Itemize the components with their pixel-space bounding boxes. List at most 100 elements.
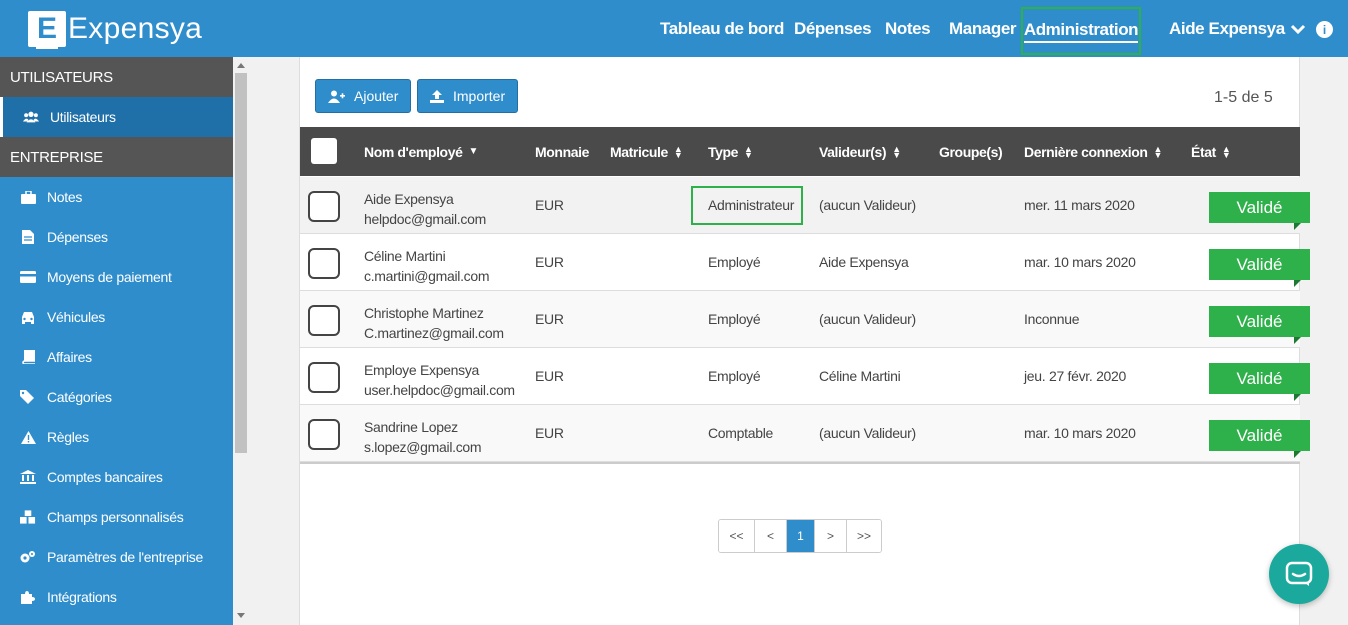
column-header-type[interactable]: Type ▲ ▼ [708,127,753,176]
sidebar-item-custom-fields[interactable]: Champs personnalisés [0,497,233,537]
select-all-checkbox[interactable] [311,138,337,164]
last-login-cell: mar. 10 mars 2020 [1024,425,1136,441]
sidebar-item-label: Paramètres de l'entreprise [47,549,203,565]
nav-notes[interactable]: Notes [885,0,931,57]
employee-cell[interactable]: Sandrine Lopez s.lopez@gmail.com [364,417,482,457]
type-cell: Comptable [708,425,774,441]
chat-icon [1285,561,1313,586]
column-header-currency: Monnaie [535,143,589,160]
nav-administration-label: Administration [1023,20,1139,43]
column-header-matricule[interactable]: Matricule ▲ ▼ [610,127,683,176]
employee-cell[interactable]: Aide Expensya helpdoc@gmail.com [364,189,486,229]
upload-icon [430,89,444,103]
currency-cell: EUR [535,254,564,270]
sidebar: UTILISATEURS Utilisateurs ENTREPRISE Not… [0,57,233,625]
table-row[interactable]: Sandrine Lopez s.lopez@gmail.com EUR Comp… [300,405,1310,462]
row-checkbox[interactable] [308,305,340,336]
currency-cell: EUR [535,197,564,213]
book-icon [20,350,36,364]
column-header-name[interactable]: Nom d'employé ▼ [364,127,478,176]
sidebar-item-label: Véhicules [47,309,106,325]
table-row[interactable]: Aide Expensya helpdoc@gmail.com EUR Admin… [300,177,1310,234]
warning-icon [20,430,36,444]
pagination-first[interactable]: << [719,520,755,552]
add-user-label: Ajouter [354,88,399,104]
sort-icon: ▲ ▼ [744,143,753,160]
employee-cell[interactable]: Employe Expensya user.helpdoc@gmail.com [364,360,515,400]
sidebar-item-label: Intégrations [47,589,117,605]
nav-expenses[interactable]: Dépenses [794,0,872,57]
sidebar-item-bank-accounts[interactable]: Comptes bancaires [0,457,233,497]
last-login-cell: mer. 11 mars 2020 [1024,197,1135,213]
employee-name: Sandrine Lopez [364,419,458,435]
currency-cell: EUR [535,311,564,327]
sort-icon: ▲ ▼ [1221,143,1231,160]
sidebar-item-affairs[interactable]: Affaires [0,337,233,377]
sidebar-item-label: Dépenses [47,229,108,245]
tags-icon [20,390,36,404]
sidebar-item-integrations[interactable]: Intégrations [0,577,233,617]
bank-icon [20,470,36,484]
sort-icon: ▲ ▼ [673,143,683,160]
status-badge: Validé [1209,420,1310,458]
car-icon [20,310,36,324]
employee-cell[interactable]: Christophe Martinez C.martinez@gmail.com [364,303,504,343]
table-row[interactable]: Céline Martini c.martini@gmail.com EUR Em… [300,234,1310,291]
sidebar-item-notes[interactable]: Notes [0,177,233,217]
employee-email: C.martinez@gmail.com [364,325,504,341]
sidebar-item-payment[interactable]: Moyens de paiement [0,257,233,297]
sidebar-item-company-settings[interactable]: Paramètres de l'entreprise [0,537,233,577]
pagination-next[interactable]: > [815,520,847,552]
pagination-current[interactable]: 1 [787,520,815,552]
add-user-button[interactable]: Ajouter [315,79,412,113]
column-header-state[interactable]: État ▲ ▼ [1191,127,1231,176]
row-checkbox[interactable] [308,419,340,450]
column-header-last-login[interactable]: Dernière connexion ▲ ▼ [1024,127,1162,176]
row-checkbox[interactable] [308,248,340,279]
pagination: << < 1 > >> [718,519,882,553]
sidebar-item-label: Comptes bancaires [47,469,163,485]
user-menu[interactable]: Aide Expensya [1169,0,1306,57]
last-login-cell: mar. 10 mars 2020 [1024,254,1136,270]
sidebar-item-vehicles[interactable]: Véhicules [0,297,233,337]
employee-email: c.martini@gmail.com [364,268,490,284]
info-icon[interactable]: i [1316,21,1333,38]
sidebar-section-company: ENTREPRISE [0,137,233,177]
sidebar-item-label: Notes [47,189,83,205]
table-row[interactable]: Employe Expensya user.helpdoc@gmail.com E… [300,348,1310,405]
sidebar-item-expenses[interactable]: Dépenses [0,217,233,257]
sidebar-scrollbar[interactable] [233,57,249,625]
nav-administration[interactable]: Administration [1021,7,1141,55]
table-row[interactable]: Christophe Martinez C.martinez@gmail.com … [300,291,1310,348]
cogs-icon [20,550,36,564]
row-checkbox[interactable] [308,191,340,222]
sidebar-item-label: Règles [47,429,89,445]
chat-launcher-button[interactable] [1269,544,1329,604]
type-cell: Employé [708,254,761,270]
sort-desc-icon: ▼ [468,146,478,157]
chevron-down-icon [1290,24,1305,34]
pagination-last[interactable]: >> [847,520,881,552]
scrollbar-thumb[interactable] [235,73,247,453]
sidebar-item-rules[interactable]: Règles [0,417,233,457]
nav-manager[interactable]: Manager [949,0,1017,57]
column-header-validators[interactable]: Valideur(s) ▲ ▼ [819,127,901,176]
scroll-down-arrow-icon[interactable] [237,613,245,618]
file-icon [20,230,36,244]
pagination-prev[interactable]: < [755,520,787,552]
import-button[interactable]: Importer [417,79,519,113]
row-checkbox[interactable] [308,362,340,393]
sidebar-item-label: Champs personnalisés [47,509,184,525]
employee-cell[interactable]: Céline Martini c.martini@gmail.com [364,246,490,286]
currency-cell: EUR [535,368,564,384]
logo[interactable]: E Expensya [28,10,202,49]
sidebar-item-categories[interactable]: Catégories [0,377,233,417]
employee-name: Employe Expensya [364,362,480,378]
sidebar-item-label: Moyens de paiement [47,269,172,285]
nav-dashboard[interactable]: Tableau de bord [660,0,784,57]
sidebar-item-users[interactable]: Utilisateurs [0,97,233,137]
currency-cell: EUR [535,425,564,441]
scroll-up-arrow-icon[interactable] [237,63,245,68]
results-count: 1-5 de 5 [1214,89,1273,106]
validator-cell: (aucun Valideur) [819,311,916,327]
